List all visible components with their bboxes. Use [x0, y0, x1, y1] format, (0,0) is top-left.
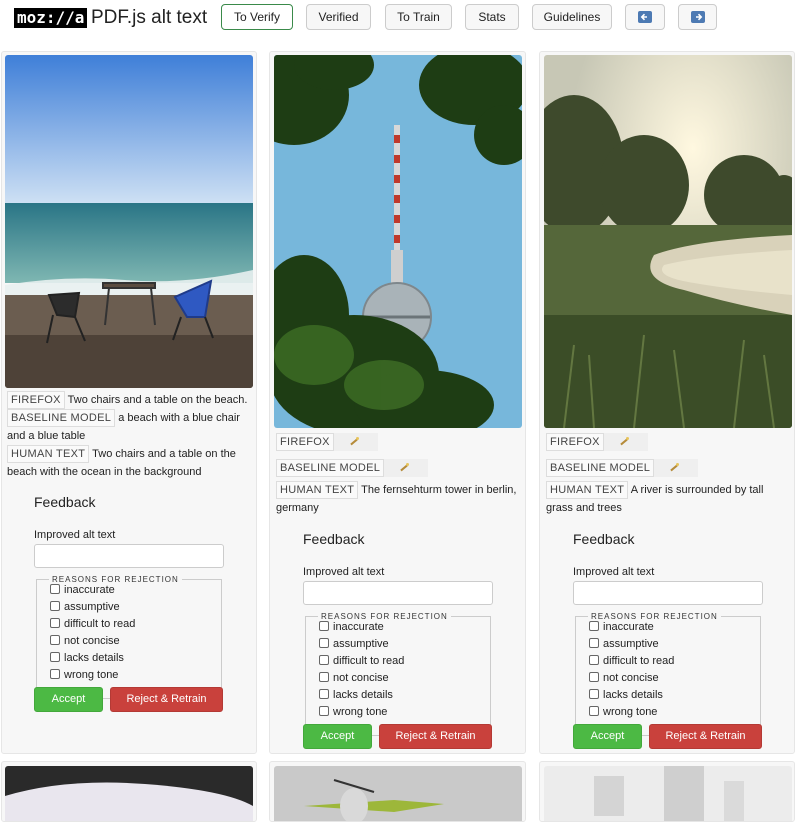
- feedback-heading: Feedback: [34, 494, 96, 510]
- feedback-heading: Feedback: [573, 531, 635, 547]
- reason-label: wrong tone: [333, 706, 388, 718]
- reason-label: lacks details: [64, 652, 124, 664]
- human-text-tag: HUMAN TEXT: [276, 481, 359, 499]
- dark-photo: [5, 766, 253, 821]
- beach-chairs-photo: [5, 55, 253, 388]
- reason-wrong-tone-checkbox[interactable]: wrong tone: [50, 668, 118, 682]
- improved-alt-text-input[interactable]: [34, 544, 224, 568]
- improved-alt-text-input[interactable]: [303, 581, 493, 605]
- nav-to-verify-button[interactable]: To Verify: [221, 4, 293, 30]
- human-text-tag: HUMAN TEXT: [7, 445, 90, 463]
- reason-label: not concise: [333, 672, 389, 684]
- reason-label: inaccurate: [64, 584, 115, 596]
- reason-assumptive-checkbox[interactable]: assumptive: [589, 637, 659, 651]
- reason-label: lacks details: [603, 689, 663, 701]
- reason-label: not concise: [64, 635, 120, 647]
- reason-label: assumptive: [333, 638, 389, 650]
- firefox-tag: FIREFOX: [546, 433, 604, 451]
- alt-text-card: [539, 761, 795, 822]
- reason-label: difficult to read: [333, 655, 405, 667]
- reason-wrong-tone-checkbox[interactable]: wrong tone: [589, 705, 657, 719]
- reason-label: wrong tone: [603, 706, 658, 718]
- accept-button[interactable]: Accept: [573, 724, 642, 749]
- blurry-photo: [544, 766, 792, 821]
- alt-text-card: FIREFOX Two chairs and a table on the be…: [1, 51, 257, 754]
- arrow-right-icon: [690, 11, 705, 23]
- improved-alt-text-input[interactable]: [573, 581, 763, 605]
- alt-text-card: FIREFOX BASELINE MODEL HUMAN TEXT The fe…: [269, 51, 526, 754]
- magic-wand-icon: [384, 459, 429, 477]
- reason-lacks-details-checkbox[interactable]: lacks details: [50, 651, 124, 665]
- magic-wand-icon: [603, 433, 648, 451]
- alt-text-card: [1, 761, 257, 822]
- alt-text-card: [269, 761, 526, 822]
- reason-difficult-checkbox[interactable]: difficult to read: [319, 654, 404, 668]
- reason-inaccurate-checkbox[interactable]: inaccurate: [50, 583, 115, 597]
- reason-label: wrong tone: [64, 669, 119, 681]
- magic-wand-icon: [333, 433, 378, 451]
- nav-verified-button[interactable]: Verified: [306, 4, 371, 30]
- nav-to-train-button[interactable]: To Train: [385, 4, 452, 30]
- app-title: PDF.js alt text: [91, 7, 208, 28]
- baseline-model-tag: BASELINE MODEL: [7, 409, 116, 427]
- arrow-left-icon: [638, 11, 652, 23]
- reason-label: assumptive: [64, 601, 120, 613]
- firefox-tag: FIREFOX: [276, 433, 334, 451]
- improved-alt-text-label: Improved alt text: [573, 566, 655, 578]
- nav-stats-button[interactable]: Stats: [465, 4, 519, 30]
- reject-retrain-button[interactable]: Reject & Retrain: [379, 724, 492, 749]
- reason-label: lacks details: [333, 689, 393, 701]
- nav-guidelines-button[interactable]: Guidelines: [532, 4, 612, 30]
- feedback-heading: Feedback: [303, 531, 365, 547]
- feedback-form: Feedback Improved alt text REASONS FOR R…: [303, 530, 495, 753]
- top-bar: moz://a PDF.js alt text To Verify Verifi…: [0, 0, 800, 36]
- reason-difficult-checkbox[interactable]: difficult to read: [50, 617, 135, 631]
- firefox-tag: FIREFOX: [7, 391, 65, 409]
- caption-block: FIREFOX BASELINE MODEL HUMAN TEXT The fe…: [276, 433, 522, 517]
- baseline-model-tag: BASELINE MODEL: [276, 459, 385, 477]
- next-page-button[interactable]: [678, 4, 717, 30]
- firefox-caption: Two chairs and a table on the beach.: [67, 394, 248, 406]
- caption-block: FIREFOX Two chairs and a table on the be…: [7, 391, 253, 481]
- accept-button[interactable]: Accept: [34, 687, 103, 712]
- magic-wand-icon: [654, 459, 699, 477]
- reason-difficult-checkbox[interactable]: difficult to read: [589, 654, 674, 668]
- reject-retrain-button[interactable]: Reject & Retrain: [110, 687, 223, 712]
- reason-not-concise-checkbox[interactable]: not concise: [589, 671, 659, 685]
- baseline-model-tag: BASELINE MODEL: [546, 459, 655, 477]
- reason-label: difficult to read: [603, 655, 675, 667]
- reject-retrain-button[interactable]: Reject & Retrain: [649, 724, 762, 749]
- improved-alt-text-label: Improved alt text: [303, 566, 385, 578]
- reason-lacks-details-checkbox[interactable]: lacks details: [319, 688, 393, 702]
- feedback-form: Feedback Improved alt text REASONS FOR R…: [573, 530, 765, 753]
- reason-inaccurate-checkbox[interactable]: inaccurate: [589, 620, 654, 634]
- improved-alt-text-label: Improved alt text: [34, 529, 116, 541]
- reason-wrong-tone-checkbox[interactable]: wrong tone: [319, 705, 387, 719]
- caption-block: FIREFOX BASELINE MODEL HUMAN TEXT A rive…: [546, 433, 792, 517]
- reason-label: not concise: [603, 672, 659, 684]
- reason-label: inaccurate: [603, 621, 654, 633]
- reason-not-concise-checkbox[interactable]: not concise: [50, 634, 120, 648]
- reason-lacks-details-checkbox[interactable]: lacks details: [589, 688, 663, 702]
- human-text-tag: HUMAN TEXT: [546, 481, 629, 499]
- reason-inaccurate-checkbox[interactable]: inaccurate: [319, 620, 384, 634]
- accept-button[interactable]: Accept: [303, 724, 372, 749]
- reason-assumptive-checkbox[interactable]: assumptive: [50, 600, 120, 614]
- reason-label: difficult to read: [64, 618, 136, 630]
- feedback-form: Feedback Improved alt text REASONS FOR R…: [34, 493, 226, 718]
- prev-page-button[interactable]: [625, 4, 665, 30]
- tv-tower-photo: [274, 55, 522, 428]
- reason-not-concise-checkbox[interactable]: not concise: [319, 671, 389, 685]
- reason-label: inaccurate: [333, 621, 384, 633]
- reason-assumptive-checkbox[interactable]: assumptive: [319, 637, 389, 651]
- alt-text-card: FIREFOX BASELINE MODEL HUMAN TEXT A rive…: [539, 51, 795, 754]
- mozilla-logo[interactable]: moz://a: [14, 8, 88, 28]
- river-grass-photo: [544, 55, 792, 428]
- reason-label: assumptive: [603, 638, 659, 650]
- airplane-photo: [274, 766, 522, 821]
